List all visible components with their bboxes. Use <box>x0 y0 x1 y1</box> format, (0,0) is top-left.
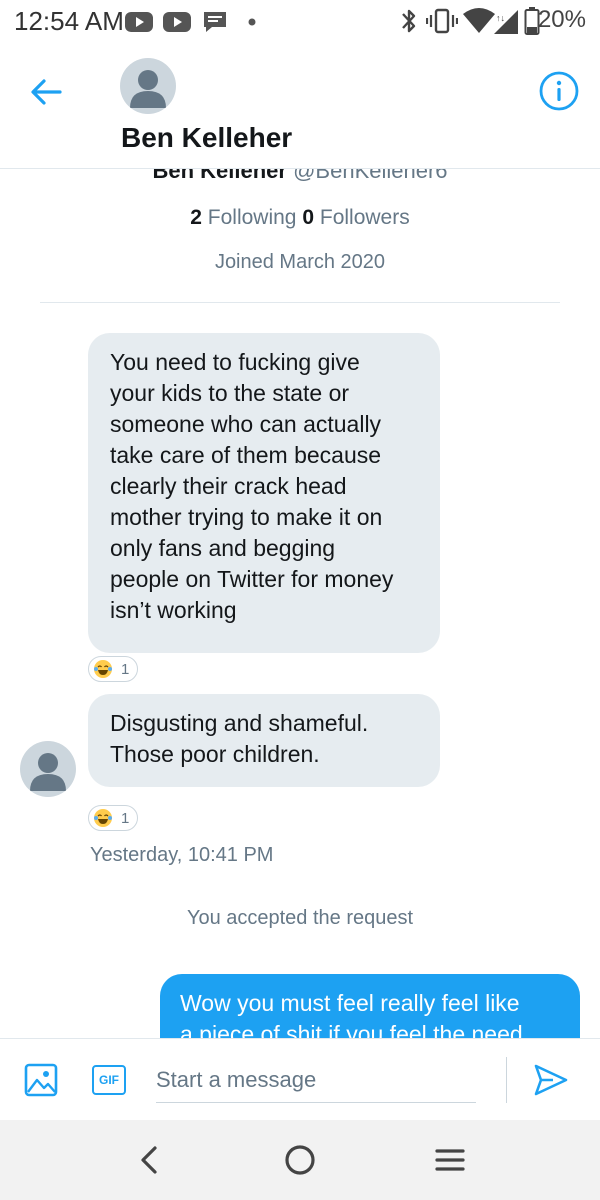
dm-conversation-screen: 12:54 AM ↑↓ 20% Ben Kelleher Ben Kellehe… <box>0 0 600 1200</box>
following-count: 2 <box>190 206 202 229</box>
message-line: take care of them because <box>110 442 382 468</box>
composer-separator <box>506 1057 507 1103</box>
image-icon[interactable] <box>24 1063 58 1097</box>
header-name[interactable]: Ben Kelleher <box>121 122 292 154</box>
joined-date: Joined March 2020 <box>214 251 386 273</box>
message-line: clearly their crack head <box>110 473 347 499</box>
incoming-message-bubble[interactable]: Disgusting and shameful. Those poor chil… <box>88 694 440 787</box>
message-line: only fans and begging <box>110 535 336 561</box>
reaction-count: 1 <box>121 809 130 827</box>
laughing-emoji-icon <box>94 660 112 678</box>
message-composer: GIF <box>0 1038 600 1120</box>
sender-avatar[interactable] <box>20 741 76 797</box>
reaction-count: 1 <box>121 660 130 678</box>
message-line: isn’t working <box>110 597 237 623</box>
message-line: You need to fucking give <box>110 349 360 375</box>
message-line: someone who can actually <box>110 411 382 437</box>
status-time: 12:54 AM <box>14 6 124 36</box>
followers-label[interactable]: Followers <box>320 206 410 229</box>
dot-icon <box>248 18 256 26</box>
message-input[interactable] <box>156 1057 476 1103</box>
divider <box>40 302 560 303</box>
bluetooth-icon <box>402 9 416 33</box>
status-bar: 12:54 AM ↑↓ 20% <box>0 0 600 44</box>
default-avatar-icon <box>30 753 66 791</box>
battery-percent: 20% <box>537 6 586 33</box>
message-line: Disgusting and shameful. <box>110 710 369 736</box>
laughing-emoji-icon <box>94 809 112 827</box>
gif-button[interactable]: GIF <box>92 1065 126 1095</box>
nav-home-icon[interactable] <box>280 1140 320 1180</box>
message-line: Wow you must feel really feel like <box>180 990 520 1016</box>
reaction-chip[interactable]: 1 <box>88 805 139 831</box>
header-overlay: Ben Kelleher <box>0 44 600 169</box>
incoming-message-bubble[interactable]: You need to fucking give your kids to th… <box>88 333 440 653</box>
reaction-chip[interactable]: 1 <box>88 656 139 682</box>
followers-count: 0 <box>302 206 315 229</box>
send-icon[interactable] <box>533 1063 569 1097</box>
follow-stats: 2 Following 0 Followers <box>0 206 600 230</box>
back-arrow-icon[interactable] <box>26 72 66 112</box>
message-timestamp: Yesterday, 10:41 PM <box>90 844 274 866</box>
message-icon <box>204 12 226 32</box>
wifi-icon <box>463 8 495 33</box>
message-line: mother trying to make it on <box>110 504 383 530</box>
signal-icon: ↑↓ <box>494 10 518 34</box>
request-accepted-notice: You accepted the request <box>186 907 414 929</box>
youtube-icon <box>163 12 191 32</box>
svg-text:↑↓: ↑↓ <box>496 13 505 23</box>
message-line: your kids to the state or <box>110 380 350 406</box>
following-label[interactable]: Following <box>208 206 297 229</box>
message-line: people on Twitter for money <box>110 566 394 592</box>
info-icon[interactable] <box>538 70 580 112</box>
nav-recents-icon[interactable] <box>430 1140 470 1180</box>
nav-back-icon[interactable] <box>130 1140 170 1180</box>
header-avatar[interactable] <box>120 58 176 114</box>
youtube-icon <box>125 12 153 32</box>
message-line: Those poor children. <box>110 741 320 767</box>
default-avatar-icon <box>130 70 166 108</box>
vibrate-icon <box>426 8 458 34</box>
system-nav-bar <box>0 1120 600 1200</box>
